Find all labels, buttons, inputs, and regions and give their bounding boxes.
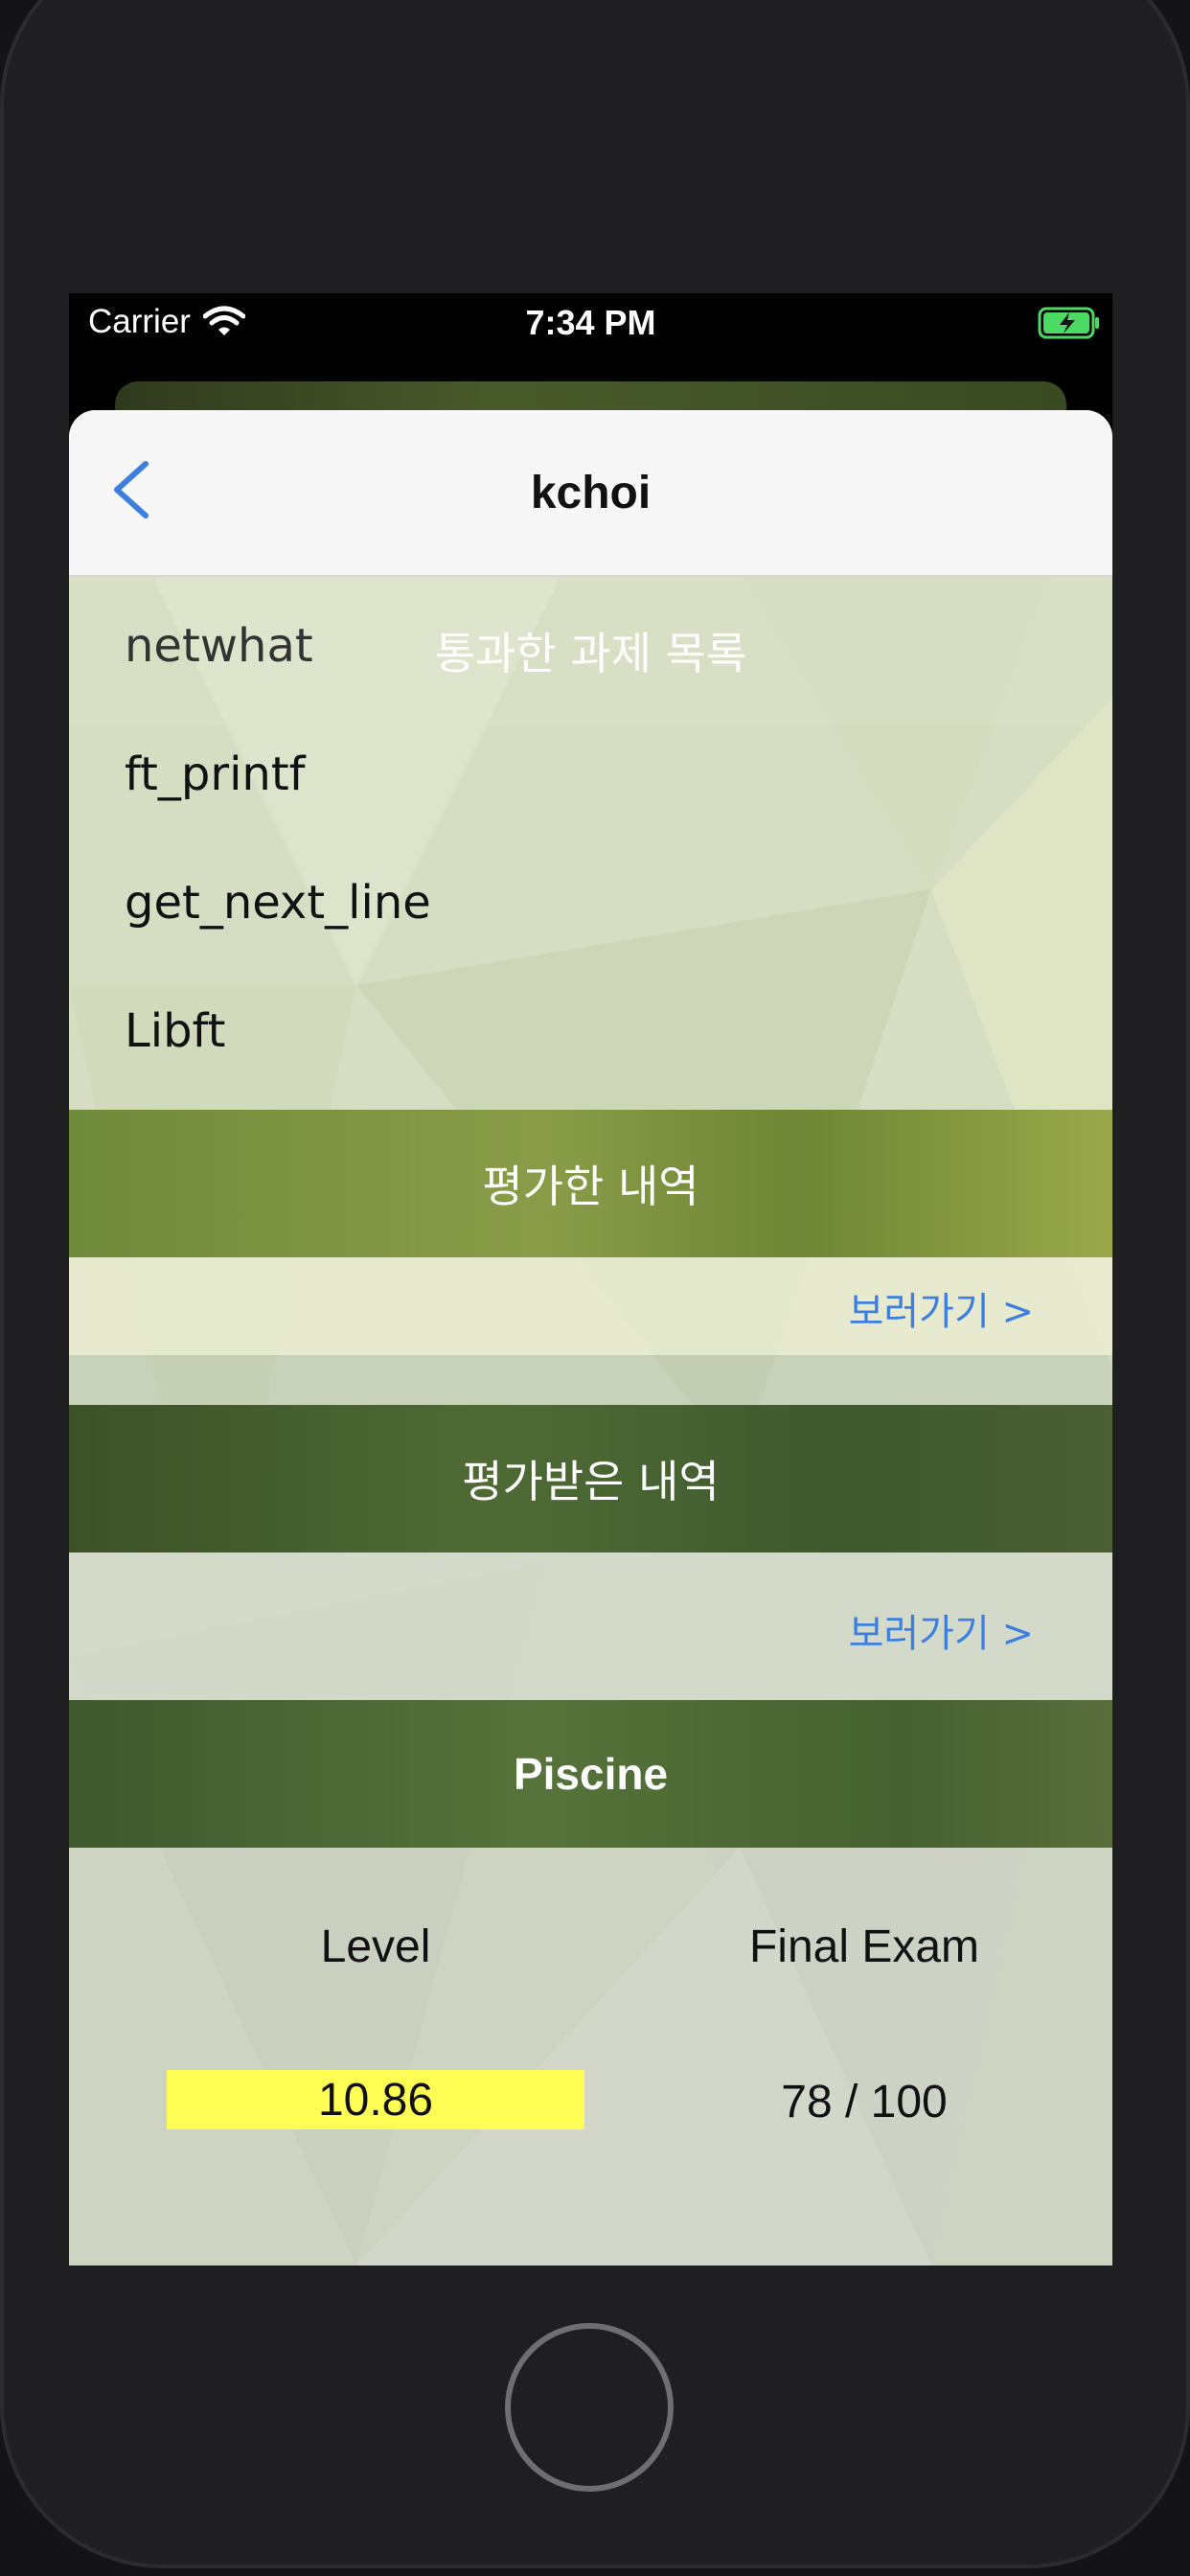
view-evaluations-received-link[interactable]: 보러가기 > [849,1602,1034,1658]
view-evaluations-given-link[interactable]: 보러가기 > [849,1280,1034,1336]
evaluations-given-header: 평가한 내역 [69,1110,1112,1257]
level-label: Level [320,1921,431,1972]
section-gap [69,1355,1112,1405]
page-title: kchoi [530,467,652,518]
level-value: 10.86 [167,2070,584,2129]
level-value-text: 10.86 [317,2074,434,2126]
list-item[interactable]: get_next_line [125,876,431,930]
chevron-left-icon[interactable] [107,456,174,533]
battery-charging-icon [1038,307,1101,344]
final-exam-value: 78 / 100 [781,2077,948,2128]
navigation-bar: kchoi [69,410,1112,577]
home-button[interactable] [505,2323,674,2492]
clock: 7:34 PM [525,303,656,342]
piscine-stats [69,1848,1112,2266]
section-title: 통과한 과제 목록 [434,628,747,679]
list-item[interactable]: Libft [125,1004,225,1058]
section-title: Piscine [513,1749,669,1799]
final-exam-label: Final Exam [748,1921,980,1972]
section-title: 평가한 내역 [482,1161,699,1212]
piscine-header: Piscine [69,1700,1112,1848]
evaluations-received-header: 평가받은 내역 [69,1405,1112,1552]
device-screen: Carrier 7:34 PM kchoi netwhat 통과한 과제 목록 … [69,293,1112,2266]
list-item[interactable]: ft_printf [125,748,306,801]
profile-sheet: kchoi netwhat 통과한 과제 목록 ft_printf get_ne… [69,410,1112,2266]
section-title: 평가받은 내역 [462,1456,720,1507]
passed-projects-header: 통과한 과제 목록 [69,577,1112,724]
